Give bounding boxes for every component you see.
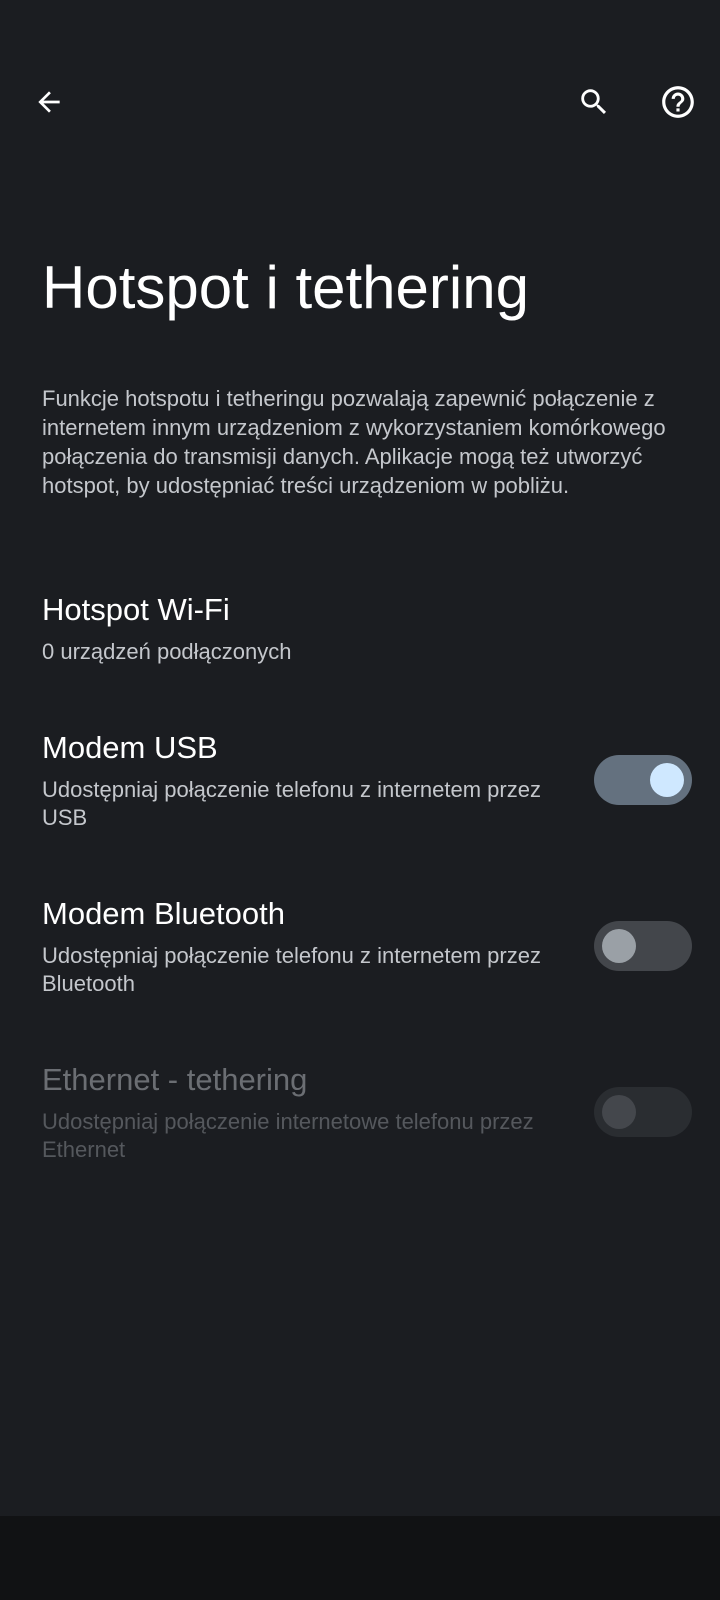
switch-thumb bbox=[602, 929, 636, 963]
pref-summary: 0 urządzeń podłączonych bbox=[42, 639, 292, 664]
top-app-bar bbox=[0, 64, 720, 144]
back-button[interactable] bbox=[17, 70, 81, 134]
pref-title: Hotspot Wi-Fi bbox=[42, 592, 230, 627]
tethering-settings-screen: Hotspot i tethering Funkcje hotspotu i t… bbox=[0, 0, 720, 1600]
pref-summary: Udostępniaj połączenie telefonu z intern… bbox=[42, 777, 541, 830]
search-icon bbox=[581, 89, 607, 115]
intro-text: Funkcje hotspotu i tetheringu pozwalają … bbox=[42, 386, 666, 498]
pref-summary: Udostępniaj połączenie internetowe telef… bbox=[42, 1109, 534, 1162]
help-button[interactable] bbox=[646, 70, 710, 134]
pref-title: Modem Bluetooth bbox=[42, 896, 285, 931]
pref-bluetooth-tethering[interactable]: Modem Bluetooth Udostępniaj połączenie t… bbox=[0, 894, 720, 1004]
system-navigation-bar bbox=[0, 1516, 720, 1600]
pref-wifi-hotspot[interactable]: Hotspot Wi-Fi 0 urządzeń podłączonych bbox=[0, 590, 720, 680]
pref-usb-tethering[interactable]: Modem USB Udostępniaj połączenie telefon… bbox=[0, 728, 720, 838]
page-title: Hotspot i tethering bbox=[42, 254, 529, 321]
usb-tethering-switch[interactable] bbox=[594, 755, 692, 805]
pref-title: Ethernet - tethering bbox=[42, 1062, 308, 1097]
help-circle-icon bbox=[662, 86, 694, 118]
pref-ethernet-tethering: Ethernet - tethering Udostępniaj połącze… bbox=[0, 1060, 720, 1170]
ethernet-tethering-switch bbox=[594, 1087, 692, 1137]
switch-thumb bbox=[602, 1095, 636, 1129]
switch-thumb bbox=[650, 763, 684, 797]
pref-title: Modem USB bbox=[42, 730, 218, 765]
pref-summary: Udostępniaj połączenie telefonu z intern… bbox=[42, 943, 541, 996]
bluetooth-tethering-switch[interactable] bbox=[594, 921, 692, 971]
search-button[interactable] bbox=[562, 70, 626, 134]
arrow-back-icon bbox=[38, 91, 60, 113]
